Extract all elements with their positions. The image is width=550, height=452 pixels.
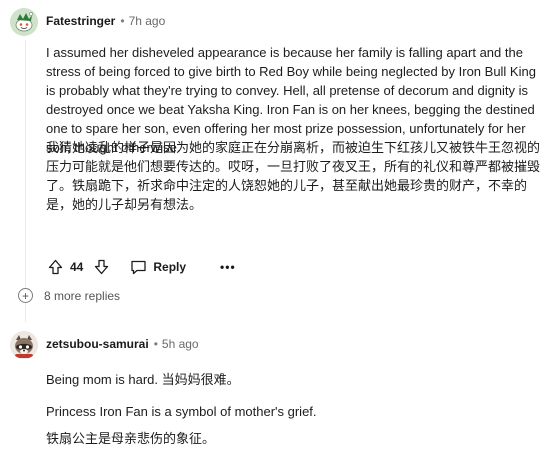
comment-bubble-icon bbox=[131, 260, 147, 275]
raccoon-avatar-icon[interactable] bbox=[10, 331, 38, 359]
comment-meta: Fatestringer • 7h ago bbox=[46, 14, 165, 28]
timestamp[interactable]: 5h ago bbox=[162, 337, 199, 351]
author-name[interactable]: zetsubou-samurai bbox=[46, 337, 149, 351]
comment-text-line: 铁扇公主是母亲悲伤的象征。 bbox=[46, 431, 216, 446]
author-name[interactable]: Fatestringer bbox=[46, 14, 115, 28]
plus-circle-icon: + bbox=[18, 288, 33, 303]
meta-separator: • bbox=[120, 14, 125, 28]
upvote-icon bbox=[48, 259, 62, 275]
more-replies-button[interactable]: + 8 more replies bbox=[18, 288, 121, 303]
vote-score: 44 bbox=[70, 260, 84, 274]
thread-line bbox=[25, 40, 26, 322]
more-replies-label: 8 more replies bbox=[44, 288, 121, 303]
downvote-button[interactable] bbox=[92, 257, 110, 277]
comment-text-line: Princess Iron Fan is a symbol of mother'… bbox=[46, 404, 317, 419]
upvote-button[interactable] bbox=[46, 257, 64, 277]
comment-meta: zetsubou-samurai • 5h ago bbox=[46, 337, 199, 351]
comment-text-line: Being mom is hard. 当妈妈很难。 bbox=[46, 372, 240, 387]
comment-text-zh: 我猜她凌乱的样子是因为她的家庭正在分崩离析，而被迫生下红孩儿又被铁牛王忽视的压力… bbox=[46, 140, 541, 212]
meta-separator: • bbox=[153, 337, 158, 351]
reply-button[interactable]: Reply bbox=[130, 259, 186, 275]
comment-actions: 44 Reply ••• bbox=[46, 257, 236, 277]
timestamp[interactable]: 7h ago bbox=[129, 14, 166, 28]
downvote-icon bbox=[94, 259, 109, 275]
more-options-button[interactable]: ••• bbox=[220, 260, 236, 274]
snoo-avatar-icon[interactable] bbox=[10, 8, 38, 36]
reply-label: Reply bbox=[153, 260, 187, 274]
